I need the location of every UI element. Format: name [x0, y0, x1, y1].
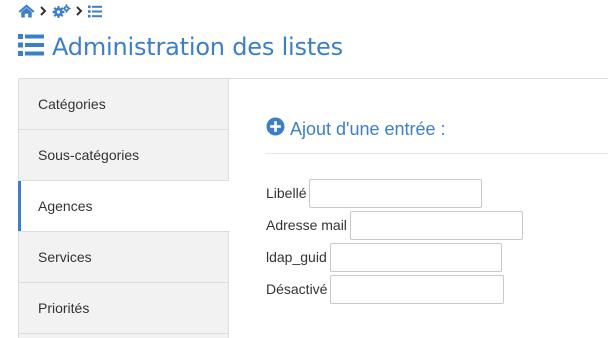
sidebar-item-label: Services	[38, 249, 92, 265]
form-row-libelle: Libellé	[266, 177, 523, 209]
sidebar-item-label: Catégories	[38, 96, 106, 112]
page-title-text: Administration des listes	[52, 33, 343, 61]
sidebar-item-label: Sous-catégories	[38, 147, 140, 163]
desactive-label: Désactivé	[266, 281, 328, 297]
desactive-input[interactable]	[330, 274, 505, 304]
list-icon	[18, 33, 44, 61]
ldap-guid-input[interactable]	[329, 242, 502, 272]
sidebar-item-agences[interactable]: Agences	[18, 181, 230, 232]
chevron-right-icon	[40, 6, 47, 16]
plus-circle-icon	[266, 117, 285, 141]
section-title: Ajout d'une entrée :	[266, 117, 446, 141]
chevron-right-icon	[76, 6, 83, 16]
form-row-ldap-guid: ldap_guid	[266, 241, 523, 273]
cogs-icon[interactable]	[52, 4, 71, 18]
libelle-label: Libellé	[266, 185, 307, 201]
sidebar-item-services[interactable]: Services	[19, 232, 228, 283]
libelle-input[interactable]	[309, 178, 483, 208]
content-area: Ajout d'une entrée : Libellé Adresse mai…	[265, 79, 608, 338]
breadcrumb	[18, 2, 102, 20]
form-row-desactive: Désactivé	[266, 273, 523, 305]
divider	[265, 153, 608, 154]
admin-panel: Catégories Sous-catégories Agences Servi…	[18, 78, 608, 338]
add-entry-form: Libellé Adresse mail ldap_guid Désactivé	[266, 177, 523, 305]
sidebar: Catégories Sous-catégories Agences Servi…	[18, 79, 230, 338]
adresse-mail-label: Adresse mail	[266, 217, 347, 233]
page-title: Administration des listes	[18, 30, 343, 64]
list-icon[interactable]	[88, 5, 102, 18]
home-icon[interactable]	[18, 4, 35, 18]
ldap-guid-label: ldap_guid	[266, 249, 327, 265]
form-row-adresse-mail: Adresse mail	[266, 209, 523, 241]
sidebar-item-sous-categories[interactable]: Sous-catégories	[19, 130, 228, 181]
section-title-text: Ajout d'une entrée :	[290, 118, 446, 139]
sidebar-item-categories[interactable]: Catégories	[19, 79, 228, 130]
sidebar-item-label: Priorités	[38, 300, 90, 316]
sidebar-item-priorites[interactable]: Priorités	[19, 283, 228, 334]
adresse-mail-input[interactable]	[349, 210, 523, 240]
sidebar-item-label: Agences	[38, 198, 93, 214]
